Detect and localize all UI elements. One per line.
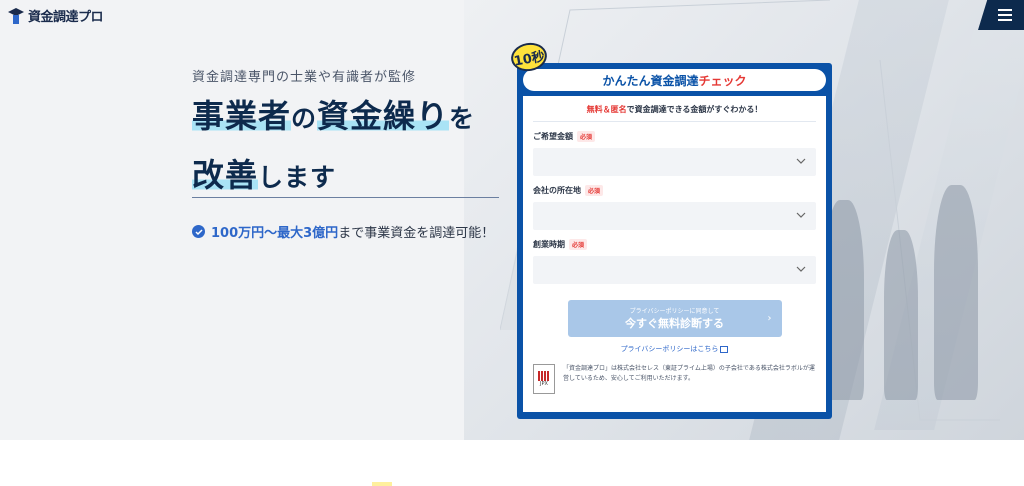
form-lead: 無料＆匿名で資金調達できる金額がすぐわかる！ bbox=[533, 102, 816, 122]
field-label-founded: 創業時期 必須 bbox=[533, 239, 816, 250]
required-badge: 必須 bbox=[569, 239, 588, 250]
headline-word-4: を bbox=[449, 104, 476, 133]
hero-headline: 事業者の資金繰りを 改善します bbox=[192, 88, 522, 206]
location-select[interactable] bbox=[533, 202, 816, 230]
hero-divider bbox=[192, 197, 499, 198]
headline-word-1: 事業者 bbox=[192, 97, 292, 135]
form-title: かんたん資金調達 チェック bbox=[523, 69, 826, 91]
chevron-down-icon bbox=[796, 266, 806, 272]
required-badge: 必須 bbox=[577, 131, 596, 142]
hero-section bbox=[0, 0, 1024, 440]
benefit-line: 100万円〜最大3億円まで事業資金を調達可能！ bbox=[192, 222, 494, 241]
founded-select[interactable] bbox=[533, 256, 816, 284]
headline-word-2: の bbox=[291, 104, 318, 133]
headline-word-3: 資金繰り bbox=[317, 97, 450, 135]
privacy-policy-link[interactable]: プライバシーポリシーはこちら bbox=[533, 344, 816, 354]
benefit-amount: 100万円〜最大3億円 bbox=[211, 226, 339, 241]
field-label-location: 会社の所在地 必須 bbox=[533, 185, 816, 196]
section-accent bbox=[372, 482, 392, 486]
chevron-right-icon: › bbox=[767, 313, 772, 324]
hamburger-icon bbox=[998, 9, 1012, 11]
check-circle-icon bbox=[192, 225, 205, 238]
chevron-down-icon bbox=[796, 158, 806, 164]
background-people-silhouettes bbox=[814, 170, 1004, 400]
field-label-amount: ご希望金額 必須 bbox=[533, 131, 816, 142]
chevron-down-icon bbox=[796, 212, 806, 218]
headline-word-6: します bbox=[258, 163, 337, 192]
amount-select[interactable] bbox=[533, 148, 816, 176]
funding-check-form: かんたん資金調達 チェック 無料＆匿名で資金調達できる金額がすぐわかる！ ご希望金… bbox=[517, 63, 832, 419]
headline-word-5: 改善 bbox=[192, 156, 259, 194]
logo-text: 資金調達プロ bbox=[28, 10, 104, 25]
company-note: JPX 「資金調達プロ」は株式会社セレス（東証プライム上場）の子会社である株式会… bbox=[533, 364, 816, 394]
site-logo[interactable]: 資金調達プロ bbox=[8, 6, 104, 25]
required-badge: 必須 bbox=[585, 185, 604, 196]
jpx-logo: JPX bbox=[533, 364, 555, 394]
benefit-text: まで事業資金を調達可能！ bbox=[338, 226, 495, 241]
form-body: 無料＆匿名で資金調達できる金額がすぐわかる！ ご希望金額 必須 会社の所在地 必… bbox=[523, 96, 826, 412]
hero-subtitle: 資金調達専門の士業や有識者が監修 bbox=[192, 70, 417, 85]
submit-button[interactable]: プライバシーポリシーに同意して 今すぐ無料診断する › bbox=[567, 300, 782, 337]
external-link-icon bbox=[720, 345, 729, 353]
company-note-text: 「資金調達プロ」は株式会社セレス（東証プライム上場）の子会社である株式会社ラボル… bbox=[563, 365, 815, 382]
graduation-cap-icon bbox=[8, 7, 24, 24]
